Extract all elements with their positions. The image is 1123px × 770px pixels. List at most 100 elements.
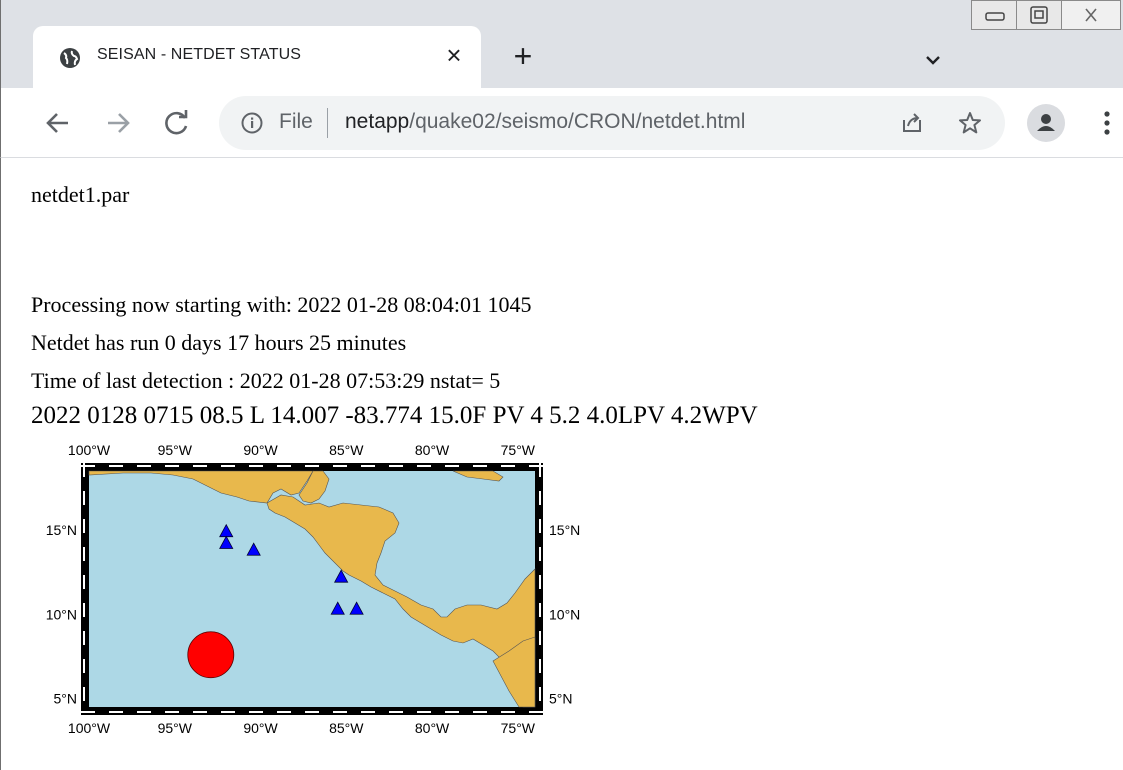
minimize-button[interactable] xyxy=(971,0,1017,30)
frame-tick xyxy=(193,465,207,467)
frame-tick xyxy=(221,711,235,713)
url-host: netapp xyxy=(345,110,410,133)
frame-tick xyxy=(83,519,85,533)
frame-tick xyxy=(81,711,95,713)
frame-tick xyxy=(83,491,85,505)
frame-tick xyxy=(333,711,347,713)
frame-tick xyxy=(249,711,263,713)
page-content: netdet1.par Processing now starting with… xyxy=(0,158,1123,770)
frame-tick xyxy=(539,491,541,505)
x-tick-label: 100°W xyxy=(68,720,111,736)
browser-tab[interactable]: SEISAN - NETDET STATUS × xyxy=(33,26,481,88)
processing-status: Processing now starting with: 2022 01-28… xyxy=(31,292,532,317)
frame-tick xyxy=(83,547,85,561)
frame-tick xyxy=(539,547,541,561)
x-tick-label: 95°W xyxy=(158,442,193,458)
globe-icon xyxy=(60,48,80,68)
back-arrow-icon xyxy=(46,113,68,133)
url-path: /quake02/seismo/CRON/netdet.html xyxy=(409,110,746,133)
x-tick-label: 75°W xyxy=(501,442,536,458)
frame-tick xyxy=(83,463,85,477)
tab-search-chevron-down-icon[interactable] xyxy=(919,46,947,74)
frame-tick xyxy=(417,465,431,467)
url-scheme-label: File xyxy=(279,110,313,133)
info-icon[interactable] xyxy=(241,112,263,134)
frame-tick xyxy=(221,465,235,467)
frame-tick xyxy=(361,711,375,713)
y-tick-label: 10°N xyxy=(549,606,580,622)
frame-tick xyxy=(389,711,403,713)
url-text[interactable]: netapp/quake02/seismo/CRON/netdet.html xyxy=(345,110,745,134)
url-separator xyxy=(327,108,328,138)
x-tick-labels-top: 100°W 95°W 90°W 85°W 80°W 75°W xyxy=(68,442,536,458)
x-tick-label: 90°W xyxy=(243,442,278,458)
frame-tick xyxy=(249,465,263,467)
window-close-button[interactable] xyxy=(1061,0,1121,30)
x-tick-label: 85°W xyxy=(329,720,364,736)
window-controls xyxy=(971,0,1121,32)
frame-tick xyxy=(305,465,319,467)
y-tick-label: 5°N xyxy=(54,691,78,707)
frame-tick xyxy=(165,465,179,467)
x-tick-label: 95°W xyxy=(158,720,193,736)
event-epicenter-marker xyxy=(187,631,235,679)
y-tick-label: 5°N xyxy=(549,691,573,707)
menu-icon[interactable] xyxy=(1097,104,1117,142)
frame-tick xyxy=(137,711,151,713)
forward-arrow-icon xyxy=(108,113,130,133)
restore-button[interactable] xyxy=(1016,0,1062,30)
y-tick-label: 10°N xyxy=(46,606,77,622)
frame-tick xyxy=(445,465,459,467)
detection-map-svg: 100°W 95°W 90°W 85°W 80°W 75°W 100°W 95°W 90°W 8… xyxy=(46,442,581,736)
x-tick-label: 80°W xyxy=(415,720,450,736)
tab-strip: SEISAN - NETDET STATUS × + xyxy=(0,0,1123,88)
frame-tick xyxy=(165,711,179,713)
back-button[interactable] xyxy=(41,106,75,140)
frame-tick xyxy=(473,711,487,713)
frame-tick xyxy=(529,711,543,713)
frame-tick xyxy=(333,465,347,467)
frame-tick xyxy=(473,465,487,467)
frame-tick xyxy=(417,711,431,713)
frame-tick xyxy=(277,711,291,713)
runtime-status: Netdet has run 0 days 17 hours 25 minute… xyxy=(31,330,407,355)
frame-tick xyxy=(83,659,85,673)
last-detection-status: Time of last detection : 2022 01-28 07:5… xyxy=(31,368,501,393)
y-tick-label: 15°N xyxy=(549,522,580,538)
map-area xyxy=(88,470,536,708)
forward-button[interactable] xyxy=(101,106,135,140)
x-tick-label: 75°W xyxy=(501,720,536,736)
profile-icon xyxy=(1037,114,1055,131)
tab-close-icon[interactable]: × xyxy=(439,40,469,70)
frame-tick xyxy=(83,687,85,701)
frame-tick xyxy=(305,711,319,713)
y-tick-labels-right: 15°N 10°N 5°N xyxy=(549,522,580,707)
frame-tick xyxy=(539,575,541,589)
frame-tick xyxy=(501,465,515,467)
restore-icon xyxy=(1030,6,1048,24)
frame-tick xyxy=(137,465,151,467)
x-tick-label: 90°W xyxy=(243,720,278,736)
frame-tick xyxy=(539,631,541,645)
x-tick-label: 80°W xyxy=(415,442,450,458)
tab-title: SEISAN - NETDET STATUS xyxy=(97,46,302,63)
frame-tick xyxy=(83,603,85,617)
frame-tick xyxy=(501,711,515,713)
frame-tick xyxy=(389,465,403,467)
frame-tick xyxy=(361,465,375,467)
frame-tick xyxy=(539,519,541,533)
frame-tick xyxy=(193,711,207,713)
star-icon[interactable] xyxy=(957,110,983,136)
profile-button[interactable] xyxy=(1027,104,1065,142)
x-tick-label: 100°W xyxy=(68,442,111,458)
y-tick-labels-left: 15°N 10°N 5°N xyxy=(46,522,77,707)
event-marker-group xyxy=(187,631,235,679)
new-tab-button[interactable]: + xyxy=(506,40,540,74)
address-bar[interactable]: File netapp/quake02/seismo/CRON/netdet.h… xyxy=(219,96,1005,150)
frame-tick xyxy=(83,631,85,645)
share-icon[interactable] xyxy=(899,110,925,136)
frame-tick xyxy=(277,465,291,467)
frame-tick xyxy=(109,711,123,713)
x-tick-labels-bottom: 100°W 95°W 90°W 85°W 80°W 75°W xyxy=(68,720,536,736)
reload-button[interactable] xyxy=(159,106,193,140)
